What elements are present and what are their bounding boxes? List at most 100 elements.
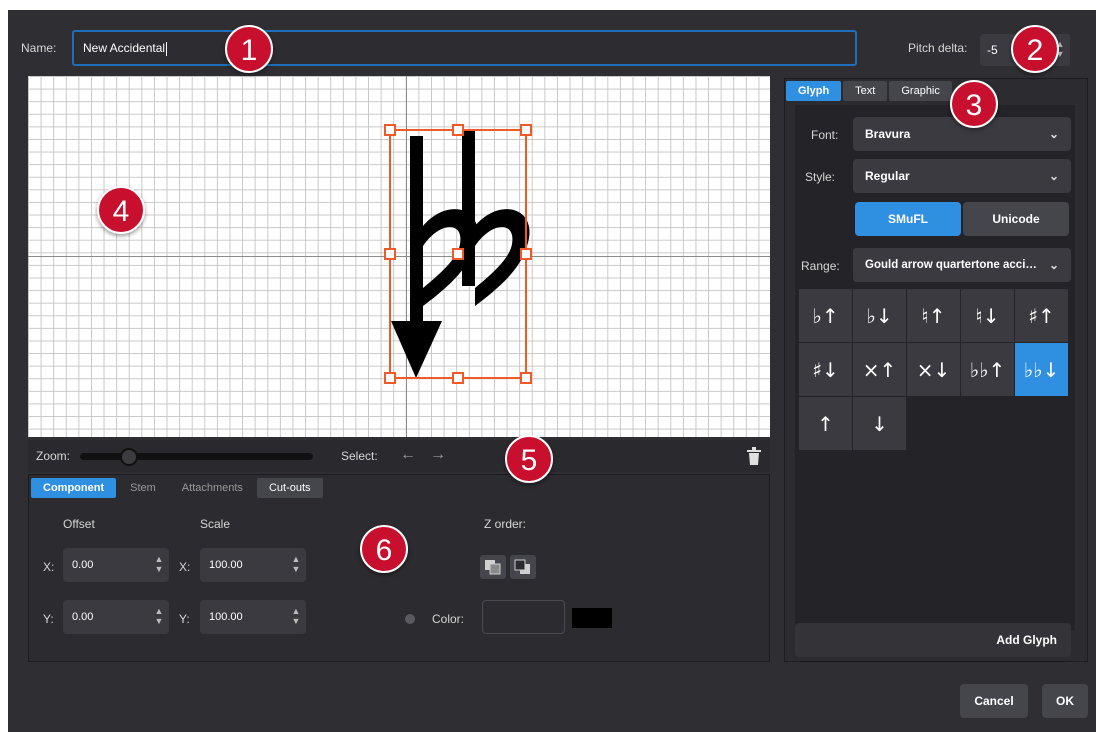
range-label: Range: <box>801 259 840 273</box>
offset-x-field[interactable]: 0.00 ▲ ▼ <box>63 548 169 582</box>
glyph-palette: ♭↑ ♭↓ ♮↑ ♮↓ ♯↑ ♯↓ ×↑ ×↓ ♭♭↑ ♭♭↓ ↑ ↓ <box>799 289 1068 450</box>
glyph-double-flat-arrow-down[interactable]: ♭♭↓ <box>1015 343 1068 396</box>
color-label: Color: <box>432 612 465 626</box>
handle-center <box>452 248 464 260</box>
scale-y-label: Y: <box>179 612 190 626</box>
glyph-arrow-up[interactable]: ↑ <box>799 397 852 450</box>
name-input[interactable]: New Accidental <box>72 30 857 66</box>
scale-y-field[interactable]: 100.00 ▲ ▼ <box>200 600 306 634</box>
tab-graphic[interactable]: Graphic <box>889 81 952 101</box>
offset-y-stepper-icon[interactable]: ▲ ▼ <box>153 606 165 626</box>
z-order-heading: Z order: <box>484 517 527 531</box>
handle-top-left <box>384 124 396 136</box>
glyph-sharp-arrow-down[interactable]: ♯↓ <box>799 343 852 396</box>
tab-component[interactable]: Component <box>31 478 117 498</box>
color-swatch[interactable] <box>572 608 612 628</box>
callout-badge-6: 6 <box>360 525 408 573</box>
zoom-slider-thumb[interactable] <box>120 448 138 466</box>
arrow-head <box>391 321 442 378</box>
pitch-delta-label: Pitch delta: <box>908 41 968 55</box>
handle-middle-right <box>520 248 532 260</box>
scale-y-stepper-icon[interactable]: ▲ ▼ <box>290 606 302 626</box>
scale-x-value: 100.00 <box>209 559 243 571</box>
callout-badge-3: 3 <box>950 80 998 128</box>
send-backward-button[interactable] <box>510 555 536 579</box>
bring-forward-button[interactable] <box>480 555 506 579</box>
trash-icon[interactable] <box>746 447 762 465</box>
handle-top-middle <box>452 124 464 136</box>
glyph-double-sharp-arrow-down[interactable]: ×↓ <box>907 343 960 396</box>
glyph-source-panel: Glyph Text Graphic Font: Bravura ⌄ Style… <box>784 78 1088 662</box>
glyph-double-flat-arrow-up[interactable]: ♭♭↑ <box>961 343 1014 396</box>
callout-badge-1: 1 <box>225 25 273 73</box>
chevron-down-icon: ⌄ <box>1048 258 1059 272</box>
ok-button[interactable]: OK <box>1042 684 1088 718</box>
handle-middle-left <box>384 248 396 260</box>
offset-x-value: 0.00 <box>72 559 94 571</box>
glyph-flat-arrow-down[interactable]: ♭↓ <box>853 289 906 342</box>
glyph-natural-arrow-up[interactable]: ♮↑ <box>907 289 960 342</box>
callout-badge-2: 2 <box>1011 25 1059 73</box>
cancel-button[interactable]: Cancel <box>960 684 1028 718</box>
scale-x-stepper-icon[interactable]: ▲ ▼ <box>290 554 302 574</box>
glyph-natural-arrow-down[interactable]: ♮↓ <box>961 289 1014 342</box>
arrow-stem <box>410 136 423 321</box>
name-label: Name: <box>21 41 57 55</box>
tab-attachments[interactable]: Attachments <box>170 478 255 498</box>
component-properties-panel: Component Stem Attachments Cut-outs Offs… <box>28 474 770 662</box>
zoom-label: Zoom: <box>36 449 71 463</box>
scale-x-field[interactable]: 100.00 ▲ ▼ <box>200 548 306 582</box>
callout-badge-5: 5 <box>505 435 553 483</box>
style-label: Style: <box>805 170 836 184</box>
add-glyph-button[interactable]: Add Glyph <box>795 623 1071 657</box>
tab-text[interactable]: Text <box>843 81 888 101</box>
offset-y-value: 0.00 <box>72 611 94 623</box>
offset-heading: Offset <box>63 517 95 531</box>
range-value: Gould arrow quartertone acci… <box>865 259 1037 271</box>
chevron-down-icon: ⌄ <box>1048 127 1059 141</box>
offset-x-label: X: <box>43 560 55 574</box>
tab-glyph[interactable]: Glyph <box>786 81 842 101</box>
glyph-drawing <box>384 124 532 384</box>
offset-x-stepper-icon[interactable]: ▲ ▼ <box>153 554 165 574</box>
offset-y-field[interactable]: 0.00 ▲ ▼ <box>63 600 169 634</box>
zoom-select-bar: Zoom: Select: ← → <box>28 440 770 472</box>
new-accidental-dialog: Name: New Accidental Pitch delta: -5 ▲▼ <box>8 10 1096 732</box>
first-flat-bowl <box>423 209 478 306</box>
scale-heading: Scale <box>200 517 231 531</box>
tab-cut-outs[interactable]: Cut-outs <box>256 478 323 498</box>
bring-forward-icon <box>485 560 501 575</box>
glyph-sharp-arrow-up[interactable]: ♯↑ <box>1015 289 1068 342</box>
pitch-delta-value: -5 <box>987 43 998 57</box>
glyph-editor-canvas[interactable] <box>28 76 770 437</box>
style-value: Regular <box>865 169 910 183</box>
tab-stem[interactable]: Stem <box>118 478 168 498</box>
zoom-slider[interactable] <box>80 453 313 460</box>
select-previous-icon[interactable]: ← <box>400 446 416 464</box>
glyph-arrow-down[interactable]: ↓ <box>853 397 906 450</box>
callout-badge-4: 4 <box>97 186 145 234</box>
unicode-toggle[interactable]: Unicode <box>963 202 1069 236</box>
scale-x-label: X: <box>179 560 191 574</box>
scale-y-value: 100.00 <box>209 611 243 623</box>
handle-bottom-left <box>384 372 396 384</box>
select-label: Select: <box>341 449 378 463</box>
name-value: New Accidental <box>83 41 166 55</box>
color-picker-field[interactable] <box>482 600 565 634</box>
style-dropdown[interactable]: Regular ⌄ <box>853 159 1071 193</box>
select-next-icon[interactable]: → <box>430 446 446 464</box>
font-label: Font: <box>811 128 839 142</box>
range-dropdown[interactable]: Gould arrow quartertone acci… ⌄ <box>853 248 1071 282</box>
offset-y-label: Y: <box>43 612 54 626</box>
send-backward-icon <box>514 559 530 574</box>
font-value: Bravura <box>865 127 911 141</box>
component-tabs: Component Stem Attachments Cut-outs <box>31 477 323 499</box>
glyph-flat-arrow-up[interactable]: ♭↑ <box>799 289 852 342</box>
chevron-down-icon: ⌄ <box>1048 169 1059 183</box>
color-toggle[interactable] <box>405 614 415 624</box>
handle-bottom-middle <box>452 372 464 384</box>
glyph-double-sharp-arrow-up[interactable]: ×↑ <box>853 343 906 396</box>
handle-bottom-right <box>520 372 532 384</box>
smufl-toggle[interactable]: SMuFL <box>855 202 961 236</box>
handle-top-right <box>520 124 532 136</box>
